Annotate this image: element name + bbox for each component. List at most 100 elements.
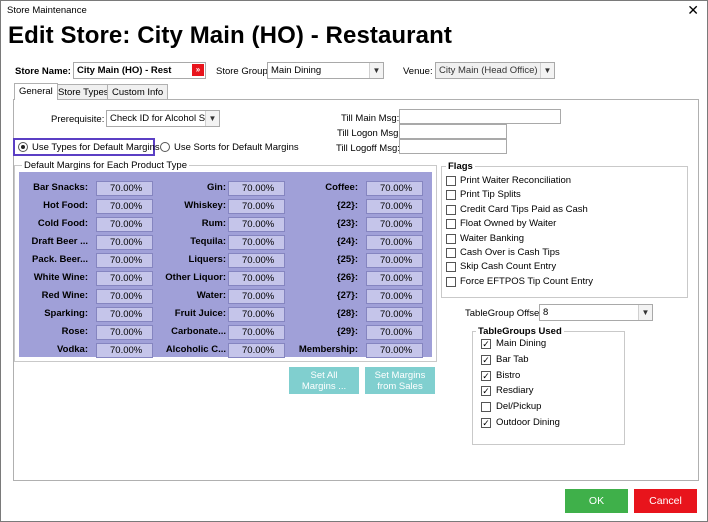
flag-checkbox[interactable] <box>446 233 456 244</box>
flag-label[interactable]: Credit Card Tips Paid as Cash <box>460 204 588 215</box>
ok-button[interactable]: OK <box>565 489 628 513</box>
margin-value-input[interactable]: 70.00% <box>228 181 285 196</box>
set-all-margins-button[interactable]: Set All Margins ... <box>289 367 359 394</box>
margin-label: Pack. Beer... <box>32 254 88 265</box>
margin-value-input[interactable]: 70.00% <box>228 199 285 214</box>
flag-label[interactable]: Float Owned by Waiter <box>460 218 556 229</box>
store-group-select[interactable]: Main Dining ▼ <box>267 62 384 79</box>
margin-label: Rum: <box>201 218 226 229</box>
margin-value-input[interactable]: 70.00% <box>96 289 153 304</box>
tablegroup-checkbox[interactable]: ✓ <box>481 370 491 381</box>
margin-value-input[interactable]: 70.00% <box>96 181 153 196</box>
tablegroup-label[interactable]: Main Dining <box>496 338 546 349</box>
tablegroup-checkbox[interactable]: ✓ <box>481 418 491 428</box>
margin-value-input[interactable]: 70.00% <box>228 307 285 322</box>
flag-label[interactable]: Force EFTPOS Tip Count Entry <box>460 276 593 287</box>
margin-value-input[interactable]: 70.00% <box>366 253 423 268</box>
close-icon[interactable]: ✕ <box>687 2 699 18</box>
flag-label[interactable]: Print Waiter Reconciliation <box>460 175 571 186</box>
margin-value-input[interactable]: 70.00% <box>228 253 285 268</box>
types-radio-label[interactable]: Use Types for Default Margins <box>32 142 160 153</box>
store-name-field[interactable]: City Main (HO) - Rest <box>73 62 206 79</box>
margin-value-input[interactable]: 70.00% <box>366 271 423 286</box>
set-margins-from-sales-button[interactable]: Set Margins from Sales <box>365 367 435 394</box>
margin-value-input[interactable]: 70.00% <box>366 199 423 214</box>
margin-value-input[interactable]: 70.00% <box>96 235 153 250</box>
margin-value-input[interactable]: 70.00% <box>96 271 153 286</box>
till-main-input[interactable] <box>399 109 561 124</box>
flag-checkbox[interactable] <box>446 219 456 230</box>
chevron-down-icon: ▼ <box>638 305 652 320</box>
tablegroup-label[interactable]: Bar Tab <box>496 354 529 365</box>
margin-label: Other Liquor: <box>165 272 226 283</box>
tablegroup-label[interactable]: Bistro <box>496 370 520 381</box>
margin-label: Rose: <box>61 326 88 337</box>
margin-value-input[interactable]: 70.00% <box>228 235 285 250</box>
prerequisite-select[interactable]: Check ID for Alcohol Sa ▼ <box>106 110 220 127</box>
till-logoff-label: Till Logoff Msg: <box>336 143 400 154</box>
margin-value-input[interactable]: 70.00% <box>366 325 423 340</box>
margin-label: {26}: <box>336 272 358 283</box>
flag-checkbox[interactable] <box>446 262 456 273</box>
venue-value: City Main (Head Office) <box>439 65 538 76</box>
till-logon-input[interactable] <box>399 124 507 139</box>
margin-value-input[interactable]: 70.00% <box>96 325 153 340</box>
flag-checkbox[interactable] <box>446 204 456 215</box>
tablegroup-label[interactable]: Resdiary <box>496 385 534 396</box>
tab-custom-info[interactable]: Custom Info <box>107 84 169 100</box>
margin-value-input[interactable]: 70.00% <box>96 307 153 322</box>
store-name-value: City Main (HO) - Rest <box>77 65 172 76</box>
margin-value-input[interactable]: 70.00% <box>228 217 285 232</box>
margin-label: {23}: <box>336 218 358 229</box>
margin-label: Water: <box>196 290 226 301</box>
flag-label[interactable]: Cash Over is Cash Tips <box>460 247 560 258</box>
tab-general[interactable]: General <box>14 83 58 100</box>
margins-group-title: Default Margins for Each Product Type <box>22 160 189 171</box>
sorts-radio-label[interactable]: Use Sorts for Default Margins <box>174 142 299 153</box>
margin-value-input[interactable]: 70.00% <box>366 181 423 196</box>
margin-value-input[interactable]: 70.00% <box>228 343 285 358</box>
flag-label[interactable]: Waiter Banking <box>460 233 524 244</box>
tablegroup-checkbox[interactable]: ✓ <box>481 339 491 349</box>
margin-value-input[interactable]: 70.00% <box>96 343 153 358</box>
chevron-down-icon: ▼ <box>369 63 383 78</box>
tablegroup-offset-select[interactable]: 8 ▼ <box>539 304 653 321</box>
venue-select[interactable]: City Main (Head Office) ▼ <box>435 62 555 79</box>
till-logoff-input[interactable] <box>399 139 507 154</box>
tab-store-types[interactable]: Store Types <box>53 84 114 100</box>
margin-value-input[interactable]: 70.00% <box>96 253 153 268</box>
flag-checkbox[interactable] <box>446 190 456 201</box>
margin-value-input[interactable]: 70.00% <box>96 217 153 232</box>
margin-value-input[interactable]: 70.00% <box>366 307 423 322</box>
flag-label[interactable]: Skip Cash Count Entry <box>460 261 556 272</box>
margin-value-input[interactable]: 70.00% <box>228 271 285 286</box>
prerequisite-value: Check ID for Alcohol Sa <box>110 113 211 124</box>
margin-label: Fruit Juice: <box>174 308 226 319</box>
flag-checkbox[interactable] <box>446 276 456 287</box>
tablegroup-checkbox[interactable]: ✓ <box>481 354 491 365</box>
store-link-icon[interactable]: » <box>192 64 204 76</box>
margin-value-input[interactable]: 70.00% <box>228 289 285 304</box>
margin-value-input[interactable]: 70.00% <box>366 235 423 250</box>
set-sales-line1: Set Margins <box>374 370 426 381</box>
margin-value-input[interactable]: 70.00% <box>366 217 423 232</box>
margin-label: Membership: <box>298 344 358 355</box>
flag-checkbox[interactable] <box>446 248 456 258</box>
flag-checkbox[interactable] <box>446 176 456 186</box>
set-all-line2: Margins ... <box>301 381 347 392</box>
tablegroup-checkbox[interactable]: ✓ <box>481 386 491 397</box>
margin-label: {28}: <box>336 308 358 319</box>
margin-value-input[interactable]: 70.00% <box>228 325 285 340</box>
margin-value-input[interactable]: 70.00% <box>366 289 423 304</box>
margin-label: Cold Food: <box>37 218 88 229</box>
tablegroup-checkbox[interactable] <box>481 402 491 413</box>
margin-value-input[interactable]: 70.00% <box>96 199 153 214</box>
flag-label[interactable]: Print Tip Splits <box>460 189 521 200</box>
types-radio[interactable] <box>18 142 28 152</box>
sorts-radio[interactable] <box>160 142 170 152</box>
margin-value-input[interactable]: 70.00% <box>366 343 423 358</box>
tablegroup-label[interactable]: Del/Pickup <box>496 401 541 412</box>
venue-label: Venue: <box>403 66 433 77</box>
tablegroup-label[interactable]: Outdoor Dining <box>496 417 560 428</box>
cancel-button[interactable]: Cancel <box>634 489 697 513</box>
